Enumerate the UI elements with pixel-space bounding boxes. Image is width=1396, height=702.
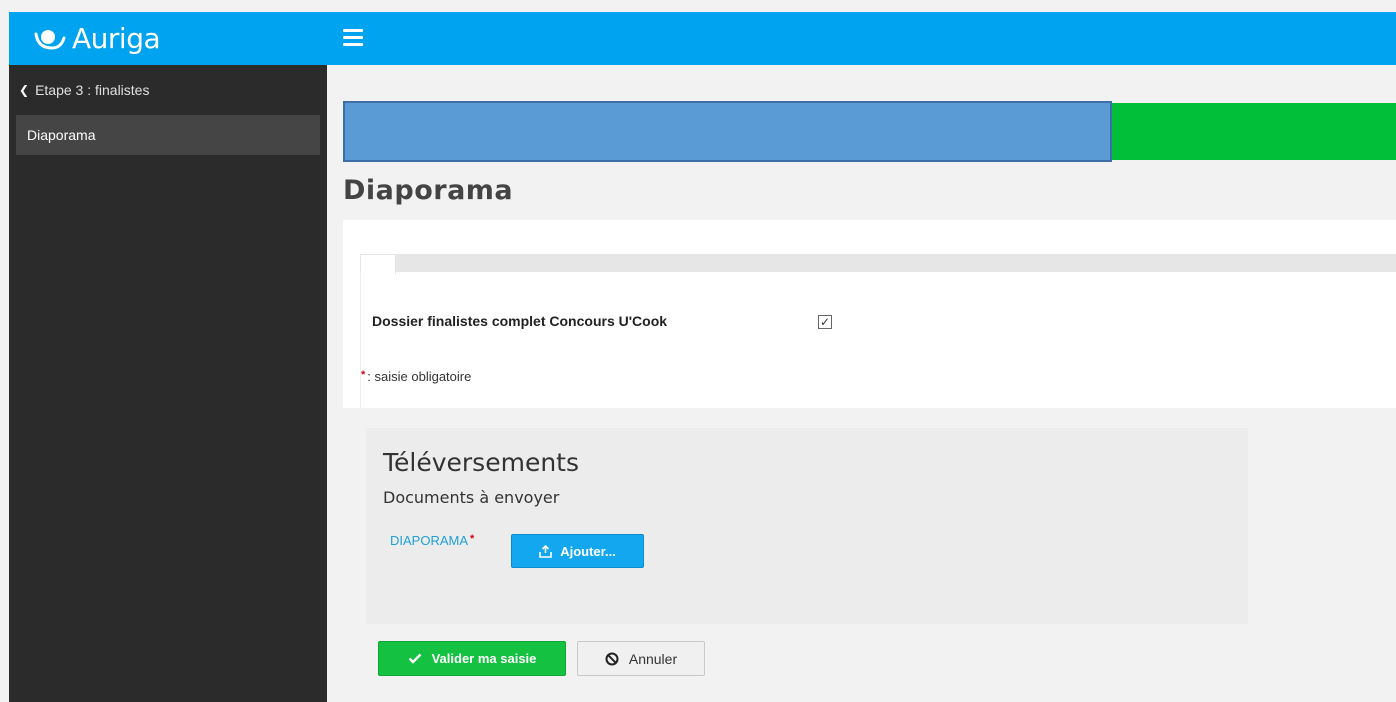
- required-note: *: saisie obligatoire: [361, 369, 471, 384]
- required-note-text: : saisie obligatoire: [367, 369, 472, 384]
- field-label-dossier-complet: Dossier finalistes complet Concours U'Co…: [372, 313, 668, 329]
- page-title: Diaporama: [343, 175, 514, 206]
- cancel-button-label: Annuler: [628, 650, 678, 667]
- upload-icon: [539, 544, 552, 558]
- sidebar-back-label: Etape 3 : finalistes: [35, 82, 150, 98]
- sidebar-back-link[interactable]: ❮ Etape 3 : finalistes: [19, 82, 149, 98]
- sidebar-item-diaporama[interactable]: Diaporama: [16, 115, 320, 155]
- document-label-text: DIAPORAMA: [390, 533, 469, 548]
- sidebar: ❮ Etape 3 : finalistes Diaporama: [9, 65, 327, 702]
- add-file-button-label: Ajouter...: [560, 543, 616, 559]
- chevron-left-icon: ❮: [19, 83, 30, 97]
- auriga-logo-icon: [34, 29, 66, 50]
- add-file-button[interactable]: Ajouter...: [511, 534, 644, 568]
- uploads-title: Téléversements: [383, 448, 579, 477]
- form-card: Dossier finalistes complet Concours U'Co…: [343, 220, 1396, 408]
- hamburger-icon[interactable]: [343, 29, 363, 47]
- logo[interactable]: Auriga: [9, 12, 327, 65]
- ban-icon: [605, 652, 619, 665]
- uploads-panel: Téléversements Documents à envoyer DIAPO…: [366, 428, 1248, 624]
- progress-bar: [343, 101, 1396, 162]
- document-label-diaporama: DIAPORAMA *: [390, 533, 474, 548]
- dossier-complet-checkbox[interactable]: ✓: [818, 315, 832, 329]
- divider: [360, 272, 361, 408]
- tab-strip: [360, 254, 1396, 272]
- top-bar: Auriga: [9, 12, 1396, 65]
- progress-bar-fill: [343, 101, 1112, 162]
- required-star: *: [361, 369, 366, 381]
- validate-button-label: Valider ma saisie: [431, 651, 537, 666]
- check-icon: [408, 653, 421, 664]
- main-content: Diaporama Dossier finalistes complet Con…: [327, 65, 1396, 702]
- required-star: *: [470, 533, 475, 545]
- uploads-subtitle: Documents à envoyer: [383, 488, 560, 507]
- cancel-button[interactable]: Annuler: [577, 641, 705, 676]
- validate-button[interactable]: Valider ma saisie: [378, 641, 566, 676]
- brand-name: Auriga: [72, 22, 161, 55]
- sidebar-item-label: Diaporama: [27, 127, 96, 143]
- tab-main[interactable]: [360, 254, 396, 274]
